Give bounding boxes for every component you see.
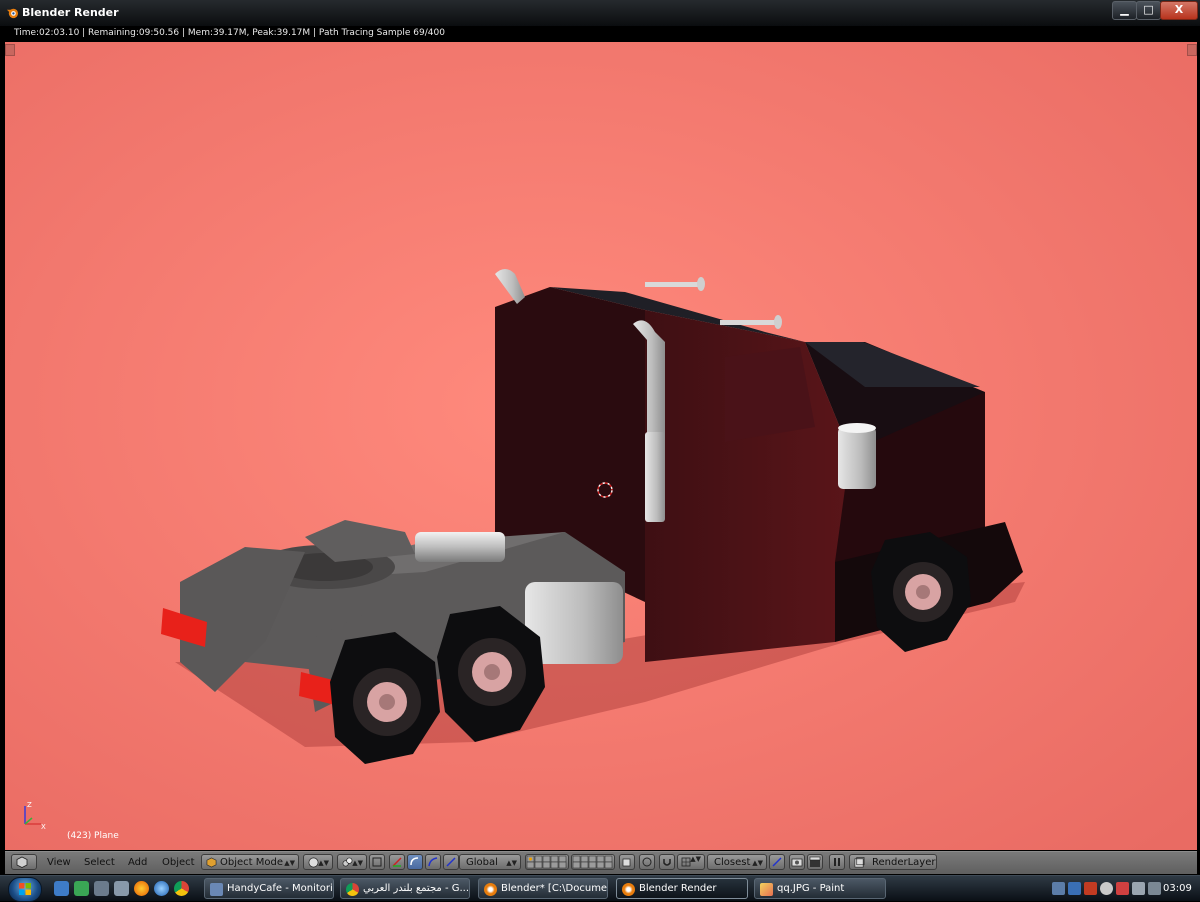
- layer-grid-icon: [526, 855, 567, 869]
- dropdown-arrow-icon: ▲▼: [690, 855, 701, 863]
- rendered-truck-scene: [5, 42, 1197, 850]
- start-button[interactable]: [8, 877, 42, 902]
- paint-icon: [760, 883, 773, 896]
- tray-security-icon[interactable]: [1116, 882, 1129, 895]
- manipulator-icon: [372, 857, 382, 867]
- scale-arc-icon: [428, 857, 438, 867]
- quicklaunch-network-icon[interactable]: [114, 881, 129, 896]
- axis-z-label: Z: [27, 801, 32, 809]
- render-layer-select[interactable]: RenderLayer: [849, 854, 937, 870]
- internet-explorer-icon[interactable]: [154, 881, 169, 896]
- blender-icon: [622, 883, 635, 896]
- maximize-button[interactable]: □: [1136, 1, 1161, 20]
- translate-manipulator-button[interactable]: [389, 854, 405, 870]
- tray-power-icon[interactable]: [1148, 882, 1161, 895]
- tray-app-icon[interactable]: [1068, 882, 1081, 895]
- snap-toggle-button[interactable]: [659, 854, 675, 870]
- quicklaunch-sahi-icon[interactable]: [94, 881, 109, 896]
- chrome-icon: [346, 883, 359, 896]
- dropdown-arrow-icon: ▲▼: [284, 859, 295, 867]
- mode-label: Object Mode: [220, 857, 283, 868]
- transform-orientation-select[interactable]: Global ▲▼: [459, 854, 521, 870]
- proportional-edit-button[interactable]: [639, 854, 655, 870]
- 3d-view-header: View Select Add Object Object Mode ▲▼ ▲▼…: [5, 851, 1197, 874]
- pause-render-button[interactable]: [829, 854, 845, 870]
- blender-render-window: Blender Render ▁ □ X Time:02:03.10 | Rem…: [0, 0, 1200, 875]
- area-split-corner-top-right[interactable]: [1187, 44, 1197, 56]
- firefox-icon[interactable]: [134, 881, 149, 896]
- title-bar[interactable]: Blender Render ▁ □ X: [0, 0, 1200, 26]
- snap-element-select[interactable]: ▲▼: [677, 854, 705, 870]
- area-split-corner-top-left[interactable]: [5, 44, 15, 56]
- tray-globe-icon[interactable]: [1100, 882, 1113, 895]
- menu-view[interactable]: View: [47, 857, 71, 868]
- transform-arrow-button[interactable]: [443, 854, 459, 870]
- tray-flag-icon[interactable]: [1084, 882, 1097, 895]
- menu-object[interactable]: Object: [162, 857, 195, 868]
- render-viewport[interactable]: Z X (423) Plane: [5, 42, 1197, 850]
- menu-select[interactable]: Select: [84, 857, 115, 868]
- taskbar-item-paint[interactable]: qq.JPG - Paint: [754, 878, 886, 899]
- object-mode-cube-icon: [206, 857, 217, 868]
- show-desktop-icon[interactable]: [54, 881, 69, 896]
- opengl-render-animation-button[interactable]: [807, 854, 823, 870]
- magnet-icon: [663, 859, 671, 866]
- windows-taskbar: HandyCafe - Monitoring مجتمع بلندر العرب…: [0, 875, 1200, 902]
- dropdown-arrow-icon: ▲▼: [318, 859, 329, 867]
- clapper-icon: [809, 856, 821, 867]
- lock-layers-button[interactable]: [619, 854, 635, 870]
- quicklaunch-app-icon[interactable]: [74, 881, 89, 896]
- pivot-point-select[interactable]: ▲▼: [337, 854, 367, 870]
- dropdown-arrow-icon: ▲▼: [752, 859, 763, 867]
- active-object-label: (423) Plane: [67, 831, 119, 841]
- align-rotation-icon: [772, 857, 782, 867]
- editor-type-button[interactable]: [11, 854, 37, 870]
- snap-target-label: Closest: [714, 857, 751, 868]
- taskbar-item-chrome[interactable]: مجتمع بلندر العربي - G...: [340, 878, 470, 899]
- axis-gizmo-icon: Z X: [24, 801, 46, 830]
- render-layer-icon: [854, 857, 865, 868]
- layers-icon: [622, 858, 631, 867]
- layer-grid-icon: [572, 855, 613, 869]
- mode-select[interactable]: Object Mode ▲▼: [201, 854, 299, 870]
- taskbar-clock[interactable]: 03:09: [1163, 883, 1192, 894]
- render-status-text: Time:02:03.10 | Remaining:09:50.56 | Mem…: [14, 28, 445, 38]
- close-button[interactable]: X: [1160, 1, 1198, 20]
- minimize-button[interactable]: ▁: [1112, 1, 1137, 20]
- pause-icon: [834, 858, 840, 866]
- tray-volume-icon[interactable]: [1132, 882, 1145, 895]
- taskbar-item-blender-render[interactable]: Blender Render: [616, 878, 748, 899]
- render-layer-label: RenderLayer: [872, 857, 936, 868]
- blender-icon: [484, 883, 497, 896]
- window-title: Blender Render: [22, 6, 119, 19]
- view3d-cube-icon: [16, 856, 28, 868]
- rotate-manipulator-button[interactable]: [407, 854, 423, 870]
- camera-icon: [791, 858, 803, 867]
- chrome-icon[interactable]: [174, 881, 189, 896]
- layer-buttons-group-2[interactable]: [571, 854, 615, 870]
- snap-target-select[interactable]: Closest ▲▼: [707, 854, 767, 870]
- orientation-label: Global: [466, 857, 498, 868]
- viewport-shading-select[interactable]: ▲▼: [303, 854, 333, 870]
- translate-arrow-icon: [392, 857, 402, 867]
- proportional-circle-icon: [642, 857, 652, 867]
- blender-logo-icon: [6, 8, 19, 19]
- dropdown-arrow-icon: ▲▼: [352, 859, 363, 867]
- manipulator-toggle-button[interactable]: [369, 854, 385, 870]
- opengl-render-image-button[interactable]: [789, 854, 805, 870]
- taskbar-item-handycafe[interactable]: HandyCafe - Monitoring: [204, 878, 334, 899]
- arrow-icon: [446, 857, 456, 867]
- monitor-icon: [210, 883, 223, 896]
- menu-add[interactable]: Add: [128, 857, 147, 868]
- tray-network-icon[interactable]: [1052, 882, 1065, 895]
- rotate-arc-icon: [410, 857, 419, 866]
- scale-manipulator-button[interactable]: [425, 854, 441, 870]
- axis-x-label: X: [41, 823, 46, 830]
- windows-logo-icon: [19, 883, 31, 895]
- dropdown-arrow-icon: ▲▼: [506, 859, 517, 867]
- taskbar-item-blender-main[interactable]: Blender* [C:\Documen...: [478, 878, 608, 899]
- layer-buttons-group-1[interactable]: [525, 854, 569, 870]
- snap-align-rotation-button[interactable]: [769, 854, 785, 870]
